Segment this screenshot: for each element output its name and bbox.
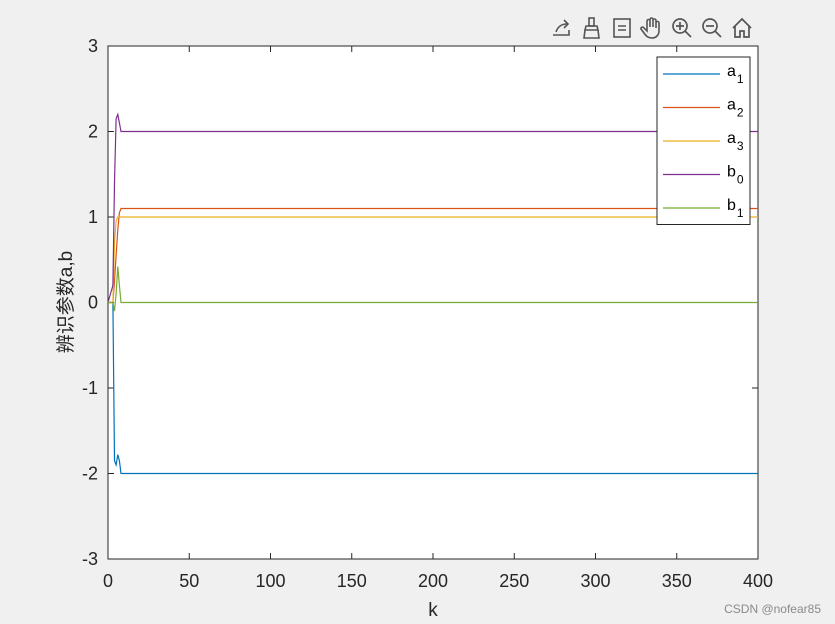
y-tick-label: -3 [82,549,98,569]
watermark: CSDN @nofear85 [724,602,821,616]
axes-toolbar [548,13,756,43]
pan-button[interactable] [638,14,666,42]
x-tick-label: 350 [662,571,692,591]
home-button[interactable] [728,14,756,42]
x-tick-label: 50 [179,571,199,591]
export-button[interactable] [548,14,576,42]
legend[interactable]: a1a2a3b0b1 [656,56,751,225]
data-tips-button[interactable] [608,14,636,42]
y-tick-label: -1 [82,378,98,398]
x-tick-label: 200 [418,571,448,591]
zoom-in-button[interactable] [668,14,696,42]
y-axis-label: 辨识参数a,b [55,251,77,353]
y-tick-label: -2 [82,464,98,484]
zoom-out-icon [702,18,722,38]
export-icon [553,19,570,36]
pan-hand-icon [640,17,660,39]
x-axis-label: k [428,600,438,621]
y-tick-label: 1 [88,207,98,227]
x-tick-label: 150 [337,571,367,591]
x-tick-label: 100 [255,571,285,591]
zoom-out-button[interactable] [698,14,726,42]
y-tick-label: 3 [88,36,98,56]
figure: 0 50 100 150 200 250 300 350 400 -3 -2 -1 0 1 2 3 k 辨识参… [55,36,773,621]
x-tick-label: 400 [743,571,773,591]
brush-button[interactable] [578,14,606,42]
zoom-in-icon [672,18,692,38]
x-tick-label: 250 [499,571,529,591]
x-tick-label: 0 [103,571,113,591]
x-tick-label: 300 [580,571,610,591]
y-tick-label: 2 [88,122,98,142]
brush-icon [583,17,600,39]
data-tips-icon [613,18,631,38]
home-icon [732,17,752,38]
y-tick-label: 0 [88,293,98,313]
